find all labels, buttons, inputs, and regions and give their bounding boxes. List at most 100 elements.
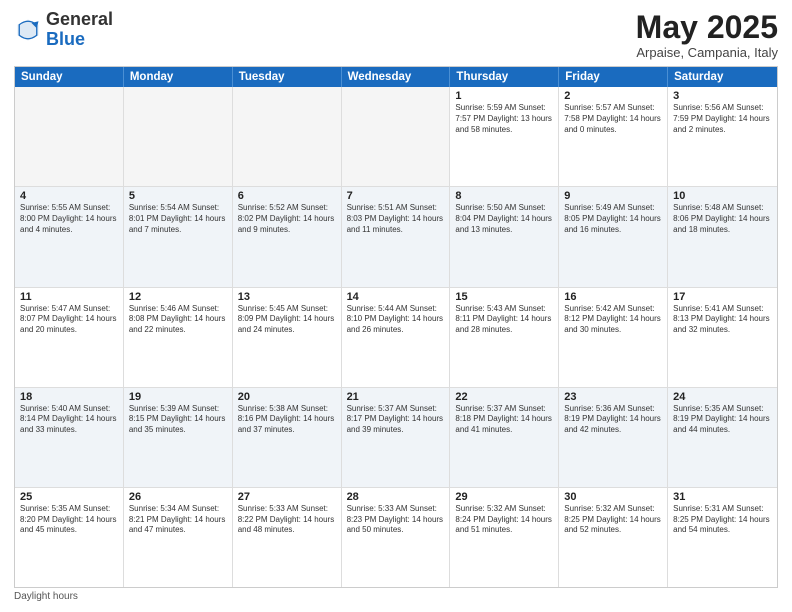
day-number: 22 bbox=[455, 391, 553, 403]
title-block: May 2025 Arpaise, Campania, Italy bbox=[636, 10, 778, 60]
day-info: Sunrise: 5:31 AM Sunset: 8:25 PM Dayligh… bbox=[673, 504, 772, 536]
day-number: 15 bbox=[455, 291, 553, 303]
day-cell-24: 24Sunrise: 5:35 AM Sunset: 8:19 PM Dayli… bbox=[668, 388, 777, 487]
day-number: 17 bbox=[673, 291, 772, 303]
day-number: 20 bbox=[238, 391, 336, 403]
empty-cell bbox=[124, 87, 233, 186]
day-cell-28: 28Sunrise: 5:33 AM Sunset: 8:23 PM Dayli… bbox=[342, 488, 451, 587]
location: Arpaise, Campania, Italy bbox=[636, 45, 778, 60]
day-cell-26: 26Sunrise: 5:34 AM Sunset: 8:21 PM Dayli… bbox=[124, 488, 233, 587]
logo-icon bbox=[14, 16, 42, 44]
day-info: Sunrise: 5:44 AM Sunset: 8:10 PM Dayligh… bbox=[347, 304, 445, 336]
day-info: Sunrise: 5:40 AM Sunset: 8:14 PM Dayligh… bbox=[20, 404, 118, 436]
page: General Blue May 2025 Arpaise, Campania,… bbox=[0, 0, 792, 612]
day-info: Sunrise: 5:59 AM Sunset: 7:57 PM Dayligh… bbox=[455, 103, 553, 135]
day-cell-3: 3Sunrise: 5:56 AM Sunset: 7:59 PM Daylig… bbox=[668, 87, 777, 186]
day-info: Sunrise: 5:39 AM Sunset: 8:15 PM Dayligh… bbox=[129, 404, 227, 436]
day-info: Sunrise: 5:48 AM Sunset: 8:06 PM Dayligh… bbox=[673, 203, 772, 235]
header: General Blue May 2025 Arpaise, Campania,… bbox=[14, 10, 778, 60]
day-number: 19 bbox=[129, 391, 227, 403]
day-number: 24 bbox=[673, 391, 772, 403]
day-info: Sunrise: 5:49 AM Sunset: 8:05 PM Dayligh… bbox=[564, 203, 662, 235]
day-number: 10 bbox=[673, 190, 772, 202]
empty-cell bbox=[15, 87, 124, 186]
day-cell-25: 25Sunrise: 5:35 AM Sunset: 8:20 PM Dayli… bbox=[15, 488, 124, 587]
day-cell-19: 19Sunrise: 5:39 AM Sunset: 8:15 PM Dayli… bbox=[124, 388, 233, 487]
day-number: 1 bbox=[455, 90, 553, 102]
day-cell-18: 18Sunrise: 5:40 AM Sunset: 8:14 PM Dayli… bbox=[15, 388, 124, 487]
empty-cell bbox=[233, 87, 342, 186]
day-info: Sunrise: 5:46 AM Sunset: 8:08 PM Dayligh… bbox=[129, 304, 227, 336]
day-info: Sunrise: 5:43 AM Sunset: 8:11 PM Dayligh… bbox=[455, 304, 553, 336]
day-cell-1: 1Sunrise: 5:59 AM Sunset: 7:57 PM Daylig… bbox=[450, 87, 559, 186]
day-cell-9: 9Sunrise: 5:49 AM Sunset: 8:05 PM Daylig… bbox=[559, 187, 668, 286]
day-cell-22: 22Sunrise: 5:37 AM Sunset: 8:18 PM Dayli… bbox=[450, 388, 559, 487]
header-day-thursday: Thursday bbox=[450, 67, 559, 87]
day-cell-13: 13Sunrise: 5:45 AM Sunset: 8:09 PM Dayli… bbox=[233, 288, 342, 387]
logo-blue: Blue bbox=[46, 29, 85, 49]
day-number: 6 bbox=[238, 190, 336, 202]
day-number: 18 bbox=[20, 391, 118, 403]
day-number: 3 bbox=[673, 90, 772, 102]
day-info: Sunrise: 5:33 AM Sunset: 8:22 PM Dayligh… bbox=[238, 504, 336, 536]
day-info: Sunrise: 5:47 AM Sunset: 8:07 PM Dayligh… bbox=[20, 304, 118, 336]
day-info: Sunrise: 5:56 AM Sunset: 7:59 PM Dayligh… bbox=[673, 103, 772, 135]
day-info: Sunrise: 5:55 AM Sunset: 8:00 PM Dayligh… bbox=[20, 203, 118, 235]
day-number: 14 bbox=[347, 291, 445, 303]
day-cell-20: 20Sunrise: 5:38 AM Sunset: 8:16 PM Dayli… bbox=[233, 388, 342, 487]
header-day-tuesday: Tuesday bbox=[233, 67, 342, 87]
day-number: 8 bbox=[455, 190, 553, 202]
calendar: SundayMondayTuesdayWednesdayThursdayFrid… bbox=[14, 66, 778, 588]
day-number: 16 bbox=[564, 291, 662, 303]
logo-general: General bbox=[46, 9, 113, 29]
day-number: 29 bbox=[455, 491, 553, 503]
day-number: 4 bbox=[20, 190, 118, 202]
day-cell-8: 8Sunrise: 5:50 AM Sunset: 8:04 PM Daylig… bbox=[450, 187, 559, 286]
header-day-sunday: Sunday bbox=[15, 67, 124, 87]
day-info: Sunrise: 5:33 AM Sunset: 8:23 PM Dayligh… bbox=[347, 504, 445, 536]
calendar-body: 1Sunrise: 5:59 AM Sunset: 7:57 PM Daylig… bbox=[15, 87, 777, 587]
day-info: Sunrise: 5:37 AM Sunset: 8:17 PM Dayligh… bbox=[347, 404, 445, 436]
calendar-week-2: 4Sunrise: 5:55 AM Sunset: 8:00 PM Daylig… bbox=[15, 187, 777, 287]
day-cell-6: 6Sunrise: 5:52 AM Sunset: 8:02 PM Daylig… bbox=[233, 187, 342, 286]
day-number: 7 bbox=[347, 190, 445, 202]
day-info: Sunrise: 5:32 AM Sunset: 8:24 PM Dayligh… bbox=[455, 504, 553, 536]
logo: General Blue bbox=[14, 10, 113, 50]
day-info: Sunrise: 5:54 AM Sunset: 8:01 PM Dayligh… bbox=[129, 203, 227, 235]
footer-note: Daylight hours bbox=[14, 588, 778, 602]
day-info: Sunrise: 5:45 AM Sunset: 8:09 PM Dayligh… bbox=[238, 304, 336, 336]
day-cell-21: 21Sunrise: 5:37 AM Sunset: 8:17 PM Dayli… bbox=[342, 388, 451, 487]
day-info: Sunrise: 5:50 AM Sunset: 8:04 PM Dayligh… bbox=[455, 203, 553, 235]
day-info: Sunrise: 5:35 AM Sunset: 8:19 PM Dayligh… bbox=[673, 404, 772, 436]
day-cell-11: 11Sunrise: 5:47 AM Sunset: 8:07 PM Dayli… bbox=[15, 288, 124, 387]
day-info: Sunrise: 5:52 AM Sunset: 8:02 PM Dayligh… bbox=[238, 203, 336, 235]
day-info: Sunrise: 5:38 AM Sunset: 8:16 PM Dayligh… bbox=[238, 404, 336, 436]
day-number: 26 bbox=[129, 491, 227, 503]
empty-cell bbox=[342, 87, 451, 186]
day-cell-5: 5Sunrise: 5:54 AM Sunset: 8:01 PM Daylig… bbox=[124, 187, 233, 286]
calendar-week-4: 18Sunrise: 5:40 AM Sunset: 8:14 PM Dayli… bbox=[15, 388, 777, 488]
day-info: Sunrise: 5:37 AM Sunset: 8:18 PM Dayligh… bbox=[455, 404, 553, 436]
header-day-friday: Friday bbox=[559, 67, 668, 87]
day-number: 30 bbox=[564, 491, 662, 503]
header-day-saturday: Saturday bbox=[668, 67, 777, 87]
day-number: 31 bbox=[673, 491, 772, 503]
calendar-header: SundayMondayTuesdayWednesdayThursdayFrid… bbox=[15, 67, 777, 87]
day-number: 2 bbox=[564, 90, 662, 102]
day-cell-10: 10Sunrise: 5:48 AM Sunset: 8:06 PM Dayli… bbox=[668, 187, 777, 286]
day-info: Sunrise: 5:57 AM Sunset: 7:58 PM Dayligh… bbox=[564, 103, 662, 135]
day-number: 12 bbox=[129, 291, 227, 303]
day-cell-2: 2Sunrise: 5:57 AM Sunset: 7:58 PM Daylig… bbox=[559, 87, 668, 186]
calendar-week-1: 1Sunrise: 5:59 AM Sunset: 7:57 PM Daylig… bbox=[15, 87, 777, 187]
day-number: 28 bbox=[347, 491, 445, 503]
calendar-week-5: 25Sunrise: 5:35 AM Sunset: 8:20 PM Dayli… bbox=[15, 488, 777, 587]
day-number: 11 bbox=[20, 291, 118, 303]
day-cell-17: 17Sunrise: 5:41 AM Sunset: 8:13 PM Dayli… bbox=[668, 288, 777, 387]
day-number: 21 bbox=[347, 391, 445, 403]
day-number: 5 bbox=[129, 190, 227, 202]
day-cell-29: 29Sunrise: 5:32 AM Sunset: 8:24 PM Dayli… bbox=[450, 488, 559, 587]
day-cell-27: 27Sunrise: 5:33 AM Sunset: 8:22 PM Dayli… bbox=[233, 488, 342, 587]
day-info: Sunrise: 5:41 AM Sunset: 8:13 PM Dayligh… bbox=[673, 304, 772, 336]
day-cell-15: 15Sunrise: 5:43 AM Sunset: 8:11 PM Dayli… bbox=[450, 288, 559, 387]
day-info: Sunrise: 5:36 AM Sunset: 8:19 PM Dayligh… bbox=[564, 404, 662, 436]
